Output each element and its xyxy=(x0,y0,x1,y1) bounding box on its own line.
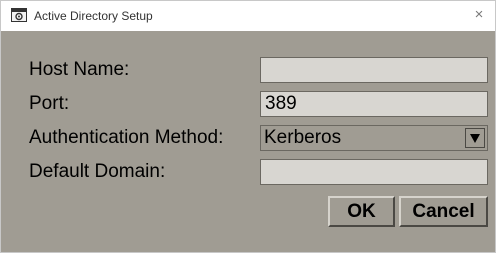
dialog-window: Active Directory Setup × Host Name: Port… xyxy=(0,0,496,253)
ok-button[interactable]: OK xyxy=(328,196,395,227)
default-domain-input[interactable] xyxy=(260,159,488,185)
close-icon[interactable]: × xyxy=(469,5,489,25)
dropdown-arrow-icon[interactable] xyxy=(465,128,485,148)
form-area: Host Name: Port: Authentication Method: … xyxy=(1,31,495,252)
auth-method-label: Authentication Method: xyxy=(29,127,224,148)
port-label: Port: xyxy=(29,93,70,114)
cancel-button[interactable]: Cancel xyxy=(399,196,488,227)
port-input[interactable] xyxy=(260,91,488,117)
default-domain-label: Default Domain: xyxy=(29,161,166,182)
host-name-input[interactable] xyxy=(260,57,488,83)
host-name-label: Host Name: xyxy=(29,59,130,80)
title-bar: Active Directory Setup × xyxy=(1,1,495,31)
app-icon xyxy=(11,8,27,22)
window-title: Active Directory Setup xyxy=(34,9,153,23)
auth-method-select[interactable]: Kerberos xyxy=(260,125,488,151)
auth-method-value: Kerberos xyxy=(264,127,342,148)
